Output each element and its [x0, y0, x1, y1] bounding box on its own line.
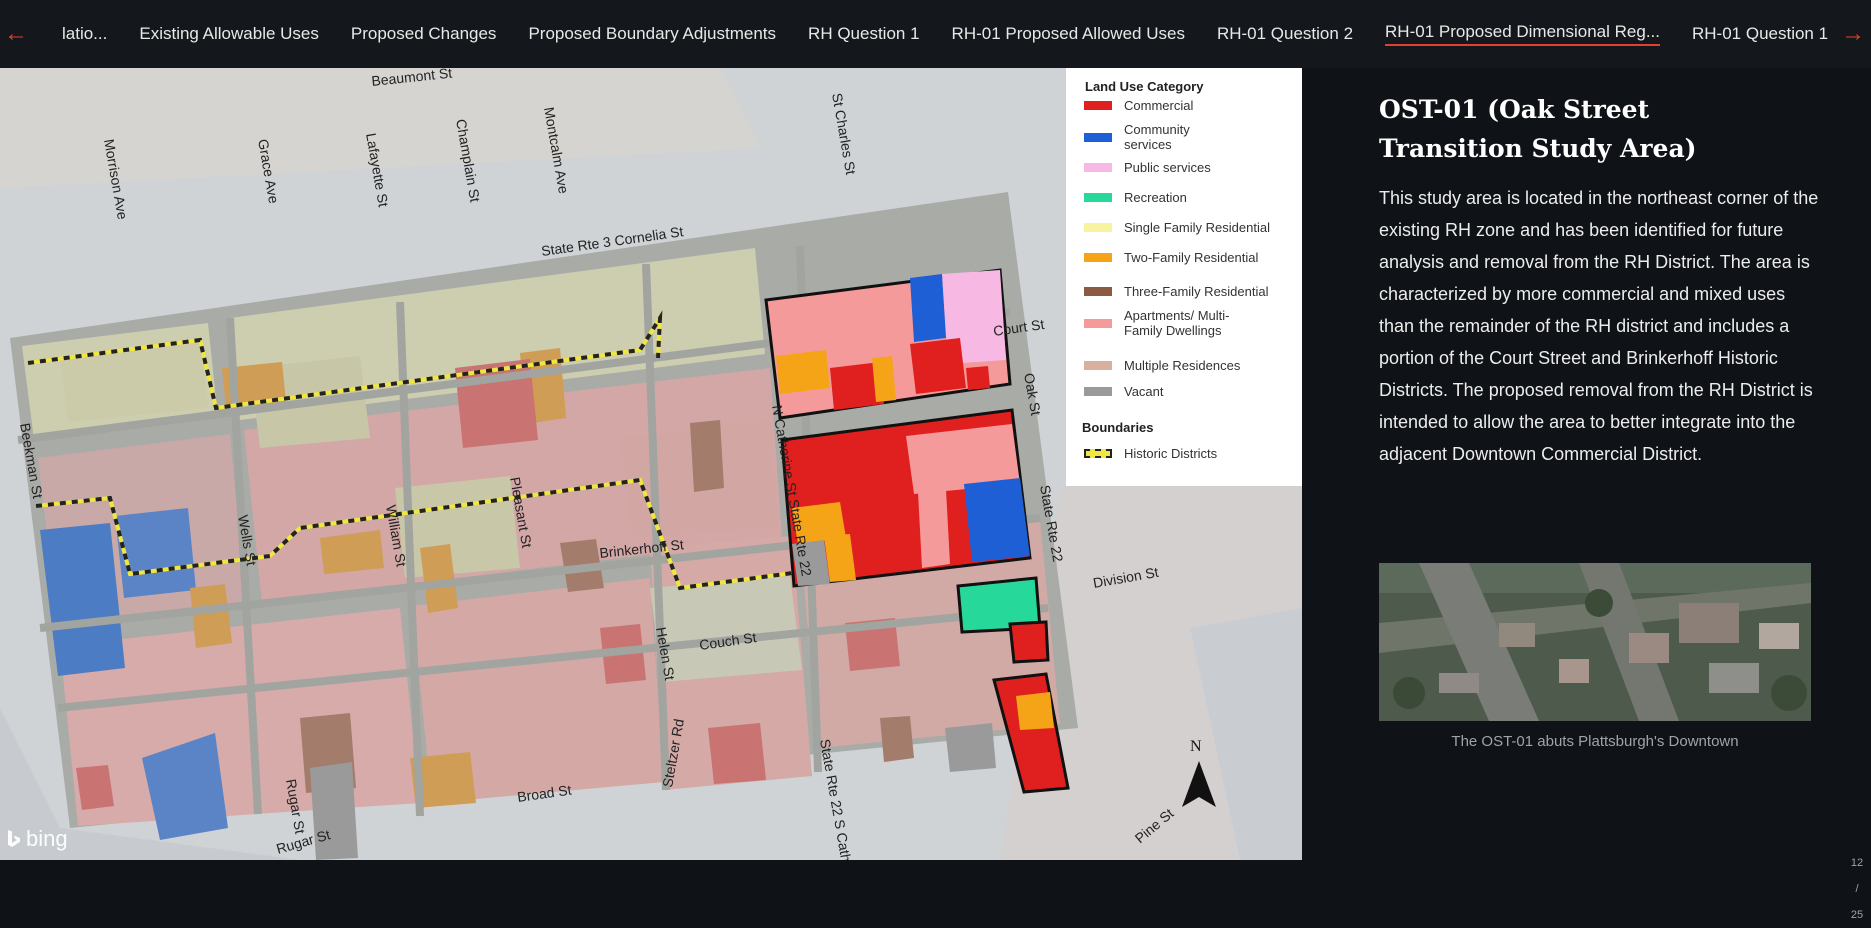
legend-item-recreation: Recreation — [1084, 190, 1187, 205]
page-title: OST-01 (Oak Street Transition Study Area… — [1379, 95, 1697, 163]
description-text: This study area is located in the northe… — [1379, 188, 1819, 464]
tab-rh01-proposed-dimensional-reg[interactable]: RH-01 Proposed Dimensional Reg... — [1385, 22, 1660, 46]
aerial-photo — [1379, 563, 1811, 721]
page-indicator: 12 / 25 — [1849, 850, 1865, 928]
legend-swatch — [1084, 101, 1112, 110]
bing-logo: bing — [6, 826, 68, 852]
tab-rh01-question-1[interactable]: RH-01 Question 1 — [1692, 24, 1828, 44]
tab-rh01-proposed-allowed-uses[interactable]: RH-01 Proposed Allowed Uses — [952, 24, 1185, 44]
legend-swatch — [1084, 193, 1112, 202]
tab-rh01-question-2[interactable]: RH-01 Question 2 — [1217, 24, 1353, 44]
page-separator: / — [1855, 883, 1859, 895]
legend-item-commercial: Commercial — [1084, 98, 1193, 113]
north-label: N — [1190, 738, 1202, 755]
legend-boundaries-title: Boundaries — [1082, 420, 1154, 435]
legend-item-community-services: Community services — [1084, 122, 1244, 152]
north-arrow-icon — [1182, 761, 1216, 807]
legend-item-apartments: Apartments/ Multi-Family Dwellings — [1084, 308, 1264, 338]
legend-swatch — [1084, 163, 1112, 172]
legend-swatch — [1084, 449, 1112, 458]
aerial-photo-image — [1379, 563, 1811, 721]
bing-icon — [8, 830, 20, 847]
page-total: 25 — [1850, 909, 1864, 921]
nav-tabs: latio... Existing Allowable Uses Propose… — [62, 0, 1860, 68]
tab-proposed-changes[interactable]: Proposed Changes — [351, 24, 497, 44]
legend-title: Land Use Category — [1085, 79, 1204, 94]
legend-swatch — [1084, 223, 1112, 232]
page-current: 12 — [1850, 857, 1864, 869]
top-navigation: ← latio... Existing Allowable Uses Propo… — [0, 0, 1871, 69]
map-legend: Land Use Category Commercial Community s… — [1066, 68, 1302, 486]
legend-item-single-family: Single Family Residential — [1084, 220, 1270, 235]
tab-existing-allowable-uses[interactable]: Existing Allowable Uses — [139, 24, 319, 44]
legend-item-historic-districts: Historic Districts — [1084, 446, 1217, 461]
tab-rh-question-1[interactable]: RH Question 1 — [808, 24, 920, 44]
legend-swatch — [1084, 387, 1112, 396]
legend-swatch — [1084, 318, 1112, 328]
bing-text: bing — [26, 826, 68, 851]
previous-arrow-icon[interactable]: ← — [4, 22, 28, 46]
legend-swatch — [1084, 253, 1112, 262]
legend-item-multiple-residences: Multiple Residences — [1084, 358, 1240, 373]
legend-item-three-family: Three-Family Residential — [1084, 284, 1269, 299]
legend-swatch — [1084, 361, 1112, 370]
next-arrow-icon[interactable]: → — [1841, 22, 1865, 46]
legend-swatch — [1084, 132, 1112, 142]
tab-latio[interactable]: latio... — [62, 24, 107, 44]
legend-item-two-family: Two-Family Residential — [1084, 250, 1258, 265]
content-panel: OST-01 (Oak Street Transition Study Area… — [1302, 68, 1871, 921]
tab-proposed-boundary-adjustments[interactable]: Proposed Boundary Adjustments — [528, 24, 776, 44]
legend-item-public-services: Public services — [1084, 160, 1211, 175]
photo-caption: The OST-01 abuts Plattsburgh's Downtown — [1451, 733, 1739, 750]
legend-swatch — [1084, 287, 1112, 296]
legend-item-vacant: Vacant — [1084, 384, 1164, 399]
